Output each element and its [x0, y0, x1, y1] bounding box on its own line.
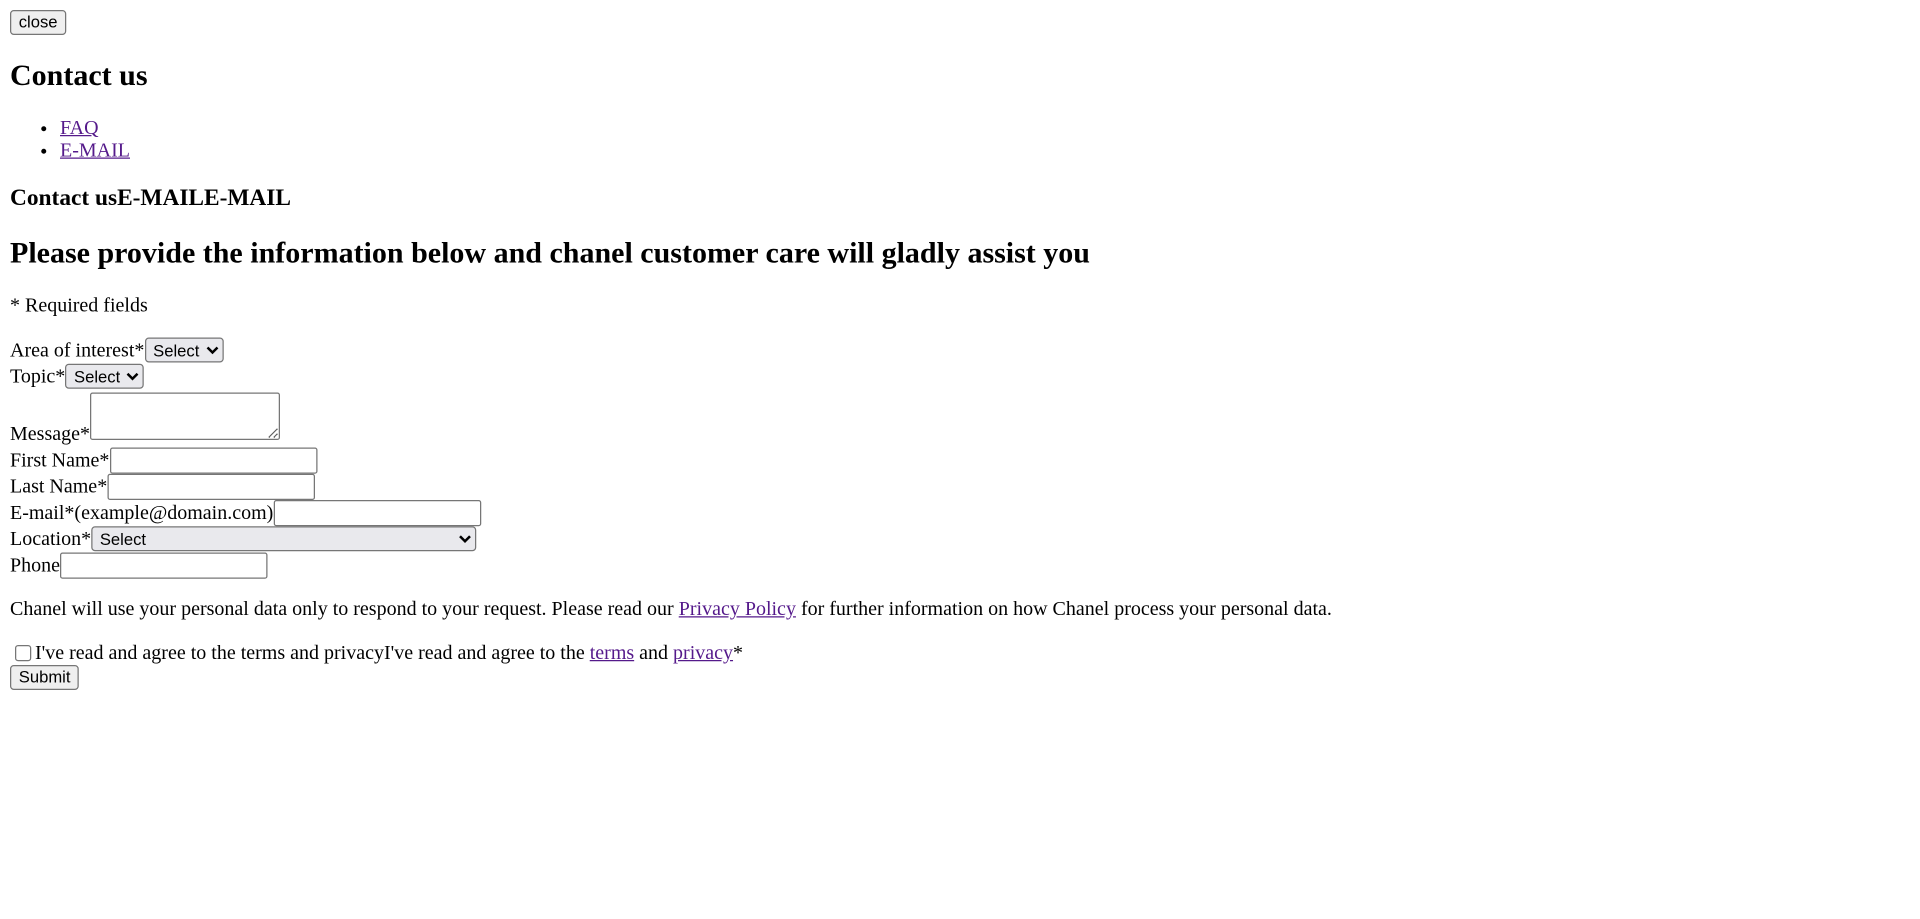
nav-item-faq: FAQ — [60, 118, 1910, 141]
first-name-input[interactable] — [109, 447, 317, 474]
agree-hidden-label: I've read and agree to the terms and pri… — [35, 642, 385, 664]
area-of-interest-label: Area of interest* — [10, 340, 145, 362]
contact-nav: FAQ E-MAIL — [10, 118, 1910, 163]
phone-input[interactable] — [60, 552, 268, 579]
privacy-text-after: for further information on how Chanel pr… — [795, 598, 1332, 620]
privacy-link[interactable]: privacy — [673, 643, 733, 664]
terms-link[interactable]: terms — [590, 643, 634, 664]
last-name-field: Last Name* — [10, 473, 1910, 500]
required-fields-note: * Required fields — [10, 295, 148, 317]
agree-required-mark: * — [733, 642, 744, 664]
contact-page: close Contact us FAQ E-MAIL Contact usE-… — [0, 0, 1920, 700]
message-textarea[interactable] — [89, 392, 280, 440]
topic-field: Topic* Select — [10, 363, 1910, 390]
phone-label: Phone — [10, 555, 60, 577]
privacy-policy-link[interactable]: Privacy Policy — [679, 599, 796, 620]
agree-terms-row: I've read and agree to the terms and pri… — [10, 641, 1910, 665]
phone-field: Phone — [10, 552, 1910, 579]
submit-button[interactable]: Submit — [10, 665, 80, 690]
email-label: E-mail*(example@domain.com) — [10, 502, 274, 524]
first-name-field: First Name* — [10, 447, 1910, 474]
agree-text-before: I've read and agree to the — [384, 642, 590, 664]
agree-and-text: and — [634, 642, 674, 664]
location-select[interactable]: Select — [91, 526, 477, 552]
location-label: Location* — [10, 528, 92, 550]
page-title: Contact us — [10, 60, 148, 93]
message-label: Message* — [10, 423, 90, 445]
nav-item-email: E-MAIL — [60, 140, 1910, 163]
last-name-input[interactable] — [107, 473, 315, 500]
area-of-interest-select[interactable]: Select — [144, 337, 224, 363]
faq-link[interactable]: FAQ — [60, 118, 99, 139]
last-name-label: Last Name* — [10, 476, 108, 498]
location-field: Location* Select — [10, 526, 1910, 552]
email-input[interactable] — [273, 500, 481, 527]
email-link[interactable]: E-MAIL — [60, 140, 130, 161]
topic-label: Topic* — [10, 366, 66, 388]
form-lead: Please provide the information below and… — [10, 237, 1090, 271]
section-title: Contact usE-MAILE-MAIL — [10, 185, 291, 212]
topic-select[interactable]: Select — [65, 363, 145, 389]
close-button[interactable]: close — [10, 10, 67, 35]
message-field: Message* — [10, 392, 1910, 448]
privacy-notice: Chanel will use your personal data only … — [10, 599, 1910, 622]
email-field: E-mail*(example@domain.com) — [10, 500, 1910, 527]
first-name-label: First Name* — [10, 450, 110, 472]
agree-terms-checkbox[interactable] — [15, 645, 32, 662]
privacy-text-before: Chanel will use your personal data only … — [10, 598, 679, 620]
area-of-interest-field: Area of interest* Select — [10, 337, 1910, 364]
